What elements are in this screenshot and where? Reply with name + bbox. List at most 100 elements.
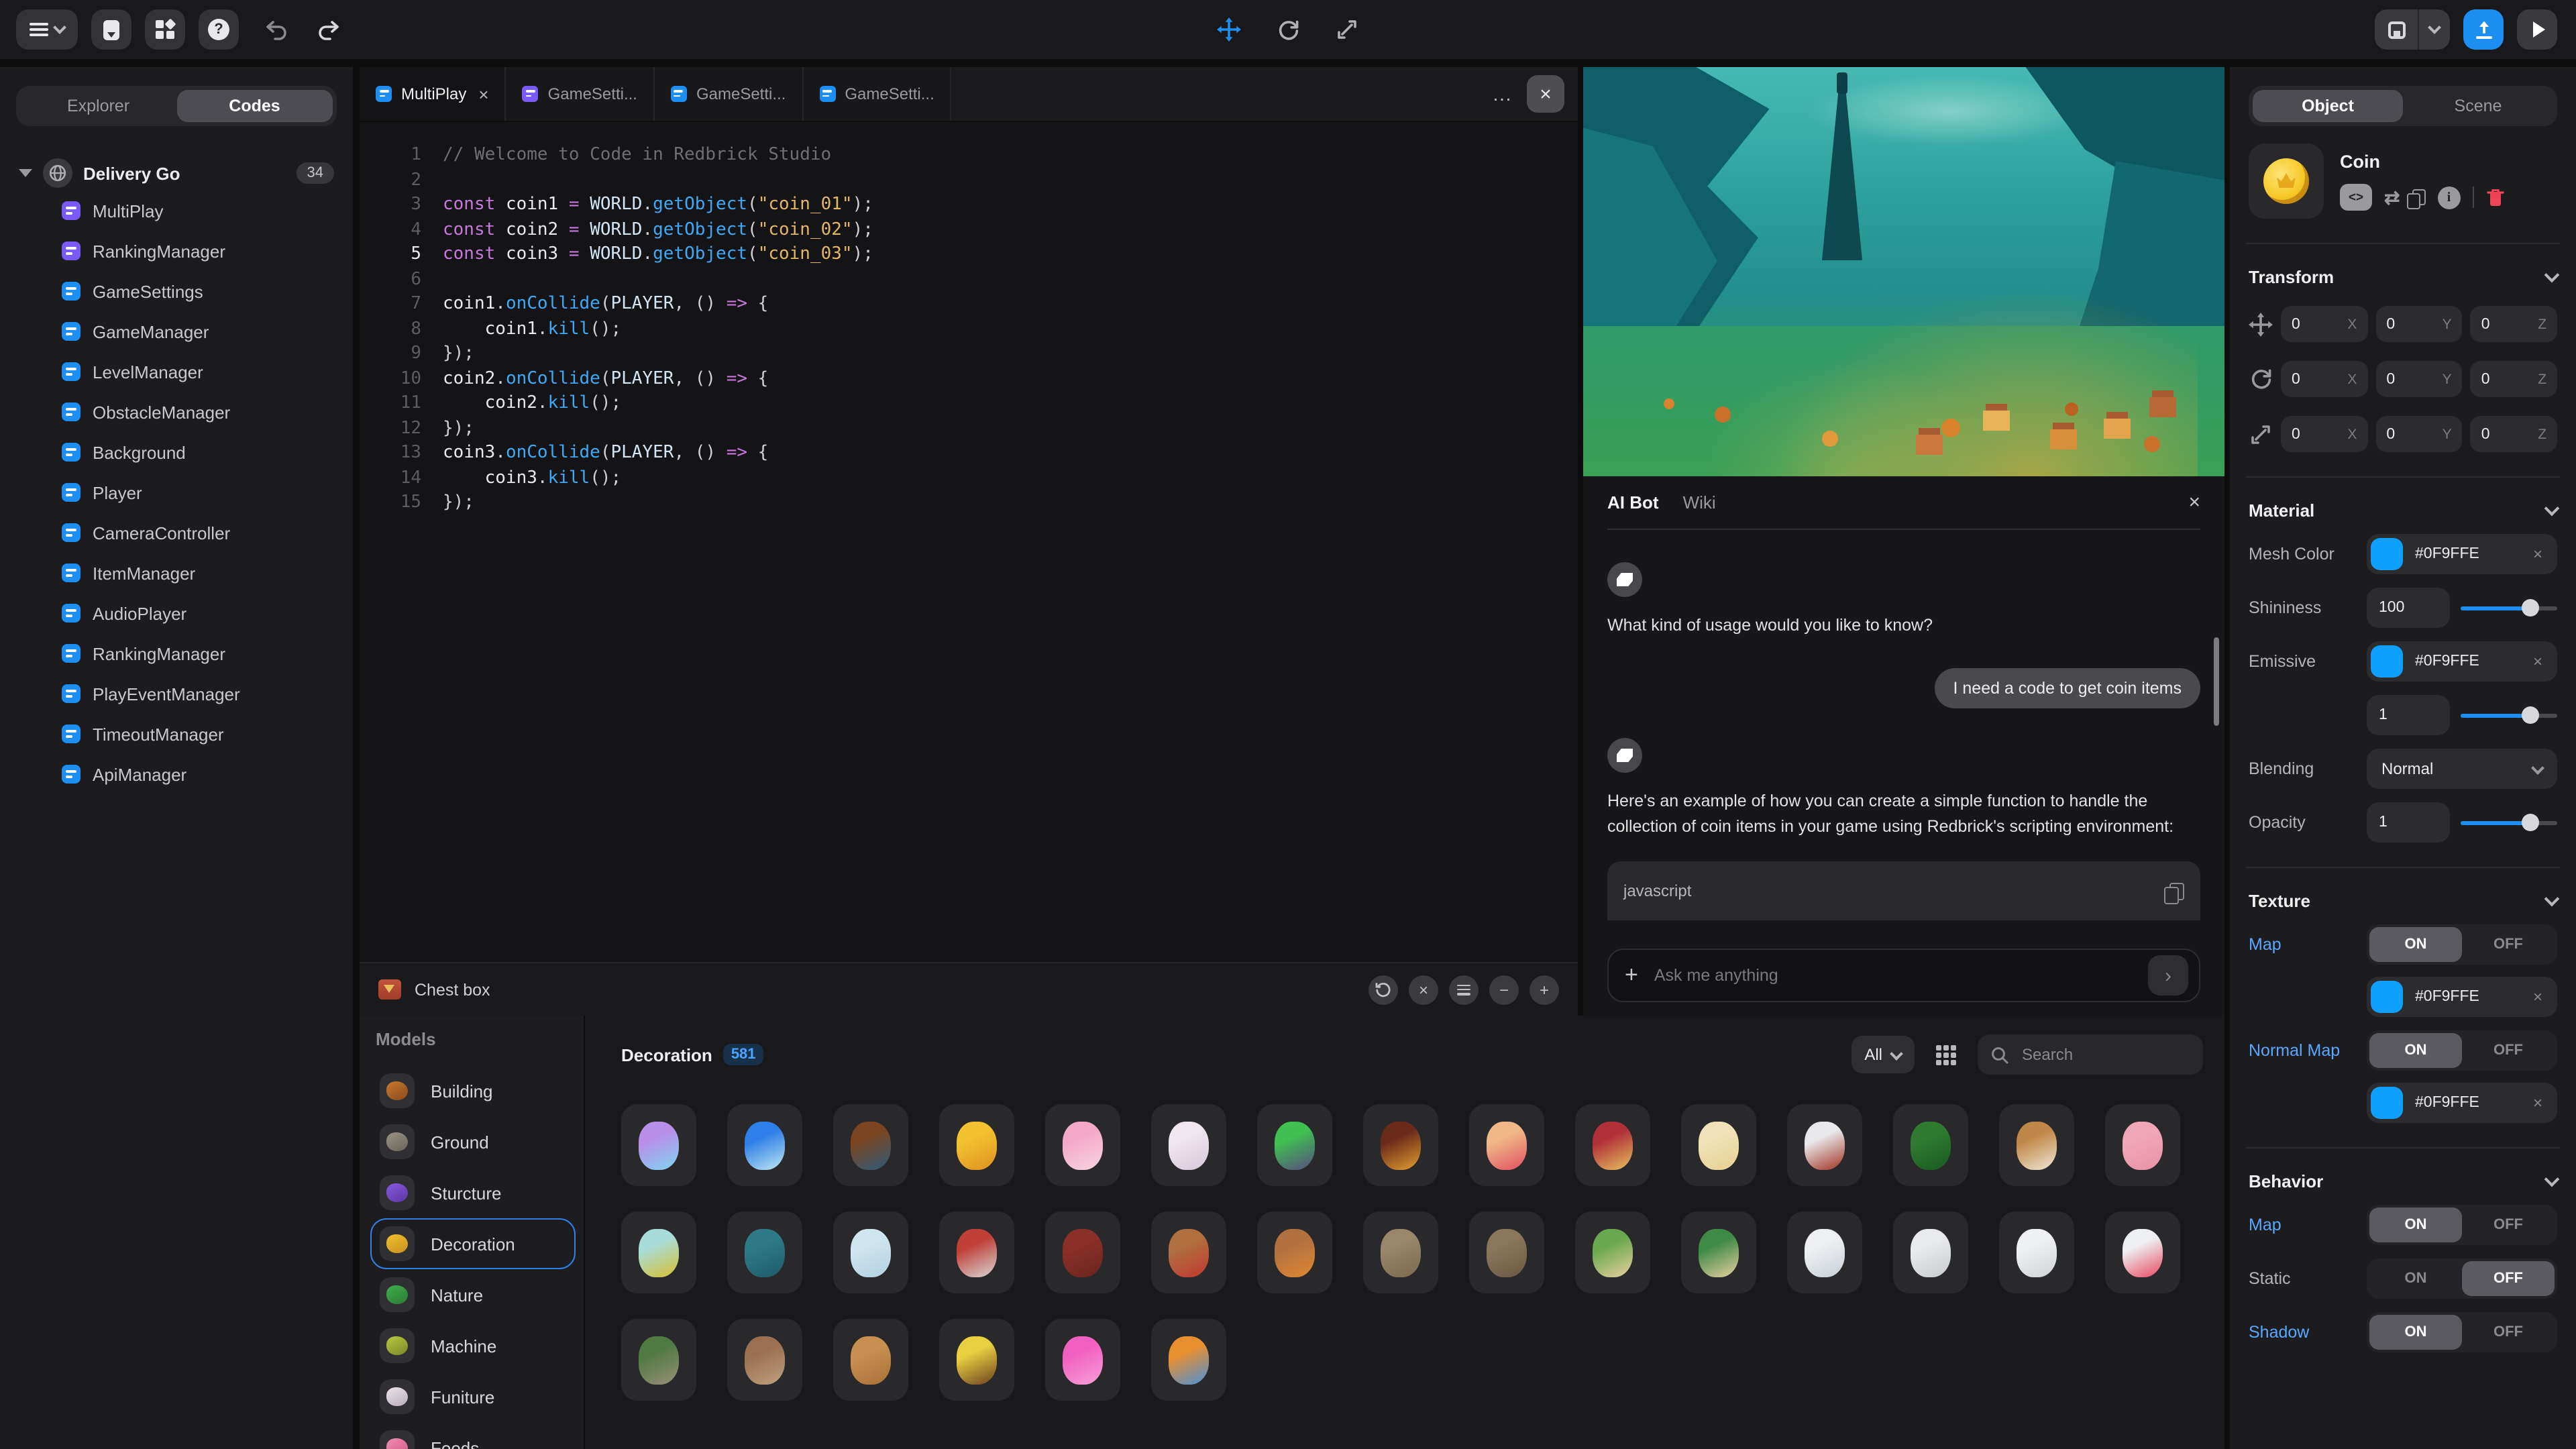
tab-codes[interactable]: Codes: [176, 90, 333, 122]
asset-vase[interactable]: [1681, 1104, 1756, 1186]
mesh-color-input[interactable]: #0F9FFE ×: [2367, 534, 2557, 574]
clear-color-icon[interactable]: ×: [2533, 1093, 2553, 1112]
transform-input-z[interactable]: 0Z: [2471, 361, 2557, 397]
close-icon[interactable]: ×: [2188, 491, 2200, 514]
shininess-slider[interactable]: [2461, 606, 2557, 610]
toggle-map[interactable]: ONOFF: [2367, 924, 2557, 965]
attach-icon[interactable]: +: [1625, 962, 1638, 989]
filter-dropdown[interactable]: All: [1851, 1036, 1915, 1073]
behavior-section-header[interactable]: Behavior: [2249, 1171, 2557, 1191]
lines-icon[interactable]: [1449, 975, 1479, 1004]
category-machine[interactable]: Machine: [370, 1320, 576, 1371]
asset-donut[interactable]: [1045, 1104, 1120, 1186]
sidebar-item-levelmanager[interactable]: LevelManager: [16, 352, 337, 392]
toggle-static[interactable]: ONOFF: [2367, 1258, 2557, 1299]
sidebar-item-player[interactable]: Player: [16, 472, 337, 513]
zoom-in-icon[interactable]: +: [1529, 975, 1559, 1004]
project-card-button[interactable]: [91, 9, 131, 50]
toggle-on[interactable]: ON: [2369, 1261, 2462, 1296]
blending-select[interactable]: Normal: [2367, 749, 2557, 789]
transform-section-header[interactable]: Transform: [2249, 267, 2557, 287]
toggle-normal-map[interactable]: ONOFF: [2367, 1030, 2557, 1071]
project-row[interactable]: Delivery Go 34: [16, 156, 337, 191]
tab-object[interactable]: Object: [2253, 90, 2403, 122]
play-button[interactable]: [2517, 9, 2557, 50]
color-swatch[interactable]: [2371, 645, 2403, 678]
material-section-header[interactable]: Material: [2249, 500, 2557, 521]
transform-input-z[interactable]: 0Z: [2471, 416, 2557, 452]
asset-candy-wrap[interactable]: [1469, 1104, 1544, 1186]
asset-cooking-pot[interactable]: [1999, 1212, 2074, 1293]
transform-input-x[interactable]: 0X: [2281, 306, 2367, 342]
send-button[interactable]: ›: [2148, 955, 2188, 996]
opacity-slider[interactable]: [2461, 820, 2557, 824]
sidebar-item-gamemanager[interactable]: GameManager: [16, 311, 337, 352]
emissive-slider[interactable]: [2461, 713, 2557, 717]
asset-crystal[interactable]: [621, 1104, 696, 1186]
emissive-color-input[interactable]: #0F9FFE ×: [2367, 641, 2557, 682]
tab-close-icon[interactable]: ×: [478, 84, 488, 104]
asset-potion-doll[interactable]: [727, 1104, 802, 1186]
category-nature[interactable]: Nature: [370, 1269, 576, 1320]
close-editor-button[interactable]: ×: [1527, 75, 1564, 113]
asset-fishing-gear[interactable]: [727, 1212, 802, 1293]
toggle-on[interactable]: ON: [2369, 927, 2462, 962]
scale-tool-button[interactable]: [1332, 15, 1362, 44]
transform-input-z[interactable]: 0Z: [2471, 306, 2557, 342]
toggle-off[interactable]: OFF: [2462, 1261, 2555, 1296]
asset-standing-lamp[interactable]: [1151, 1104, 1226, 1186]
category-decoration[interactable]: Decoration: [370, 1218, 576, 1269]
info-icon[interactable]: i: [2437, 186, 2460, 209]
main-menu-button[interactable]: [16, 9, 78, 50]
rotate-tool-button[interactable]: [1273, 15, 1303, 44]
toggle-off[interactable]: OFF: [2462, 1315, 2555, 1350]
toggle-shadow[interactable]: ONOFF: [2367, 1312, 2557, 1352]
transform-input-y[interactable]: 0Y: [2375, 306, 2462, 342]
tab-ai-bot[interactable]: AI Bot: [1607, 492, 1659, 513]
asset-gold-coin[interactable]: [939, 1104, 1014, 1186]
color-swatch[interactable]: [2371, 981, 2403, 1013]
save-menu-button[interactable]: [2418, 9, 2450, 50]
sidebar-item-itemmanager[interactable]: ItemManager: [16, 553, 337, 593]
asset-wooden-cart[interactable]: [833, 1319, 908, 1401]
emissive-value[interactable]: 1: [2367, 695, 2450, 735]
sidebar-item-cameracontroller[interactable]: CameraController: [16, 513, 337, 553]
clear-color-icon[interactable]: ×: [2533, 987, 2553, 1006]
toggle-on[interactable]: ON: [2369, 1033, 2462, 1068]
tab-wiki[interactable]: Wiki: [1683, 492, 1716, 513]
asset-pink-books[interactable]: [2105, 1104, 2180, 1186]
toggle-map[interactable]: ONOFF: [2367, 1205, 2557, 1245]
asset-cuckoo-clock[interactable]: [1999, 1104, 2074, 1186]
texture-color-input[interactable]: #0F9FFE×: [2367, 1083, 2557, 1123]
sidebar-item-background[interactable]: Background: [16, 432, 337, 472]
tab-explorer[interactable]: Explorer: [20, 90, 176, 122]
clear-icon[interactable]: ×: [1409, 975, 1438, 1004]
asset-frying-pan[interactable]: [1893, 1212, 1968, 1293]
asset-cauldron[interactable]: [1257, 1104, 1332, 1186]
color-swatch[interactable]: [2371, 538, 2403, 570]
publish-button[interactable]: [2463, 9, 2504, 50]
clear-color-icon[interactable]: ×: [2533, 545, 2553, 564]
transform-input-y[interactable]: 0Y: [2375, 361, 2462, 397]
sidebar-item-rankingmanager[interactable]: RankingManager: [16, 633, 337, 674]
asset-water-jug[interactable]: [1787, 1212, 1862, 1293]
asset-book-stack[interactable]: [1363, 1104, 1438, 1186]
asset-aloe-plant[interactable]: [1681, 1212, 1756, 1293]
asset-totem[interactable]: [1045, 1212, 1120, 1293]
toggle-on[interactable]: ON: [2369, 1315, 2462, 1350]
delete-icon[interactable]: [2485, 187, 2504, 207]
toggle-off[interactable]: OFF: [2462, 1208, 2555, 1242]
asset-cardboard-box[interactable]: [1363, 1212, 1438, 1293]
clear-color-icon[interactable]: ×: [2533, 652, 2553, 671]
shininess-value[interactable]: 100: [2367, 588, 2450, 628]
asset-cardboard-box-2[interactable]: [1469, 1212, 1544, 1293]
asset-milk-jug[interactable]: [1787, 1104, 1862, 1186]
category-building[interactable]: Building: [370, 1065, 576, 1116]
asset-pink-jelly[interactable]: [1045, 1319, 1120, 1401]
sidebar-item-audioplayer[interactable]: AudioPlayer: [16, 593, 337, 633]
assets-blocks-button[interactable]: [145, 9, 185, 50]
undo-button[interactable]: [258, 12, 292, 47]
asset-apple-crate[interactable]: [1151, 1212, 1226, 1293]
help-button[interactable]: ?: [199, 9, 239, 50]
save-button[interactable]: [2375, 9, 2418, 50]
